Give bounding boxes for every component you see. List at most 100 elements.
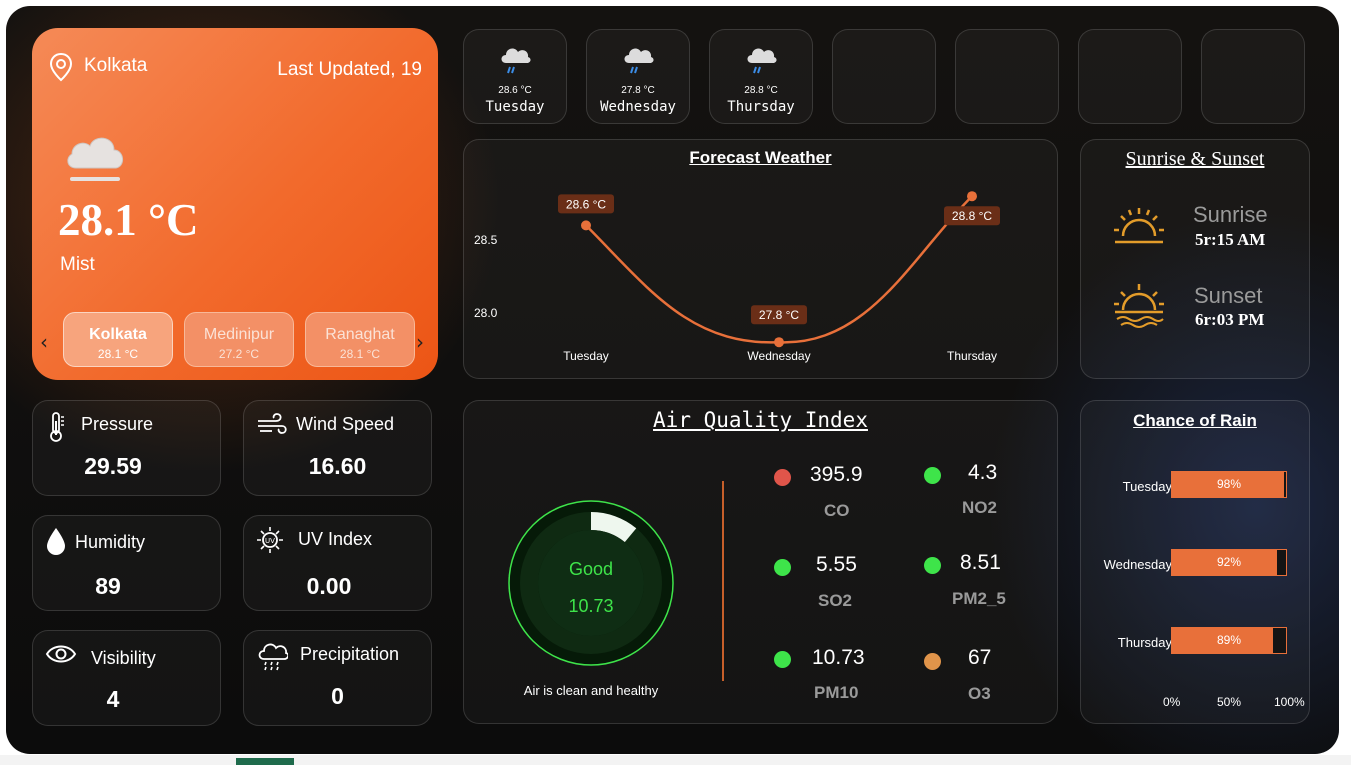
forecast-day-card-empty [955, 29, 1059, 124]
pollutant-value: 5.55 [816, 553, 857, 576]
svg-text:UV: UV [265, 537, 275, 545]
visibility-card: Visibility 4 [32, 630, 221, 726]
pollutant-name: PM10 [814, 683, 859, 702]
wind-speed-card: Wind Speed 16.60 [243, 400, 432, 496]
forecast-data-label: 28.8 °C [944, 206, 1000, 226]
current-city: Kolkata [84, 55, 148, 76]
forecast-day-card[interactable]: 27.8 °C Wednesday [586, 29, 690, 124]
location-chip-name: Medinipur [203, 326, 275, 343]
rain-cloud-icon [621, 43, 655, 81]
sunrise-sunset-card: Sunrise & Sunset Sunrise 5r:15 AM Sunset… [1080, 139, 1310, 379]
rain-bar-track: 89% [1171, 627, 1287, 654]
forecast-day-name: Wednesday [600, 99, 676, 115]
wind-icon [256, 411, 288, 443]
pollutant-value: 67 [968, 646, 992, 669]
previous-location-button[interactable]: ‹ [40, 330, 48, 354]
rain-cloud-icon [256, 641, 290, 675]
location-chip-temp: 28.1 °C [97, 347, 139, 361]
pollutant-dot [774, 559, 791, 576]
forecast-point[interactable] [581, 220, 591, 231]
location-chip-temp: 28.1 °C [339, 347, 381, 361]
forecast-y-tick: 28.0 [474, 306, 498, 320]
forecast-day-card[interactable]: 28.6 °C Tuesday [463, 29, 567, 124]
pollutant-name: NO2 [962, 498, 997, 517]
pollutant-value: 4.3 [968, 461, 998, 484]
uv-icon: UV [256, 526, 284, 558]
rain-bar-value: 98% [1216, 477, 1242, 491]
sheet-tab-bar [0, 755, 1351, 765]
rain-bar-label: Thursday [1117, 635, 1172, 650]
precipitation-value: 0 [331, 683, 344, 709]
next-location-button[interactable]: › [416, 330, 424, 354]
pollutant-dot [924, 467, 941, 484]
visibility-value: 4 [106, 686, 120, 712]
sunset-icon [1111, 282, 1167, 334]
forecast-x-tick: Wednesday [747, 349, 810, 363]
rain-chart-title: Chance of Rain [1133, 411, 1257, 430]
svg-text:28.6 °C: 28.6 °C [566, 197, 606, 211]
last-updated: Last Updated, 19 [277, 59, 422, 80]
current-condition: Mist [60, 254, 95, 275]
wind-speed-value: 16.60 [308, 453, 367, 479]
forecast-day-card-empty [1201, 29, 1305, 124]
rain-bar-track: 92% [1171, 549, 1287, 576]
rain-bar-label: Tuesday [1122, 479, 1172, 494]
pollutant-name: CO [824, 501, 850, 520]
forecast-day-name: Thursday [727, 99, 795, 115]
forecast-day-card[interactable]: 28.8 °C Thursday [709, 29, 813, 124]
pollutant-dot [774, 651, 791, 668]
svg-text:28.8 °C: 28.8 °C [952, 209, 992, 223]
humidity-label: Humidity [75, 532, 146, 552]
current-temperature: 28.1 °C [58, 195, 199, 245]
location-chip-medinipur[interactable]: Medinipur 27.2 °C [184, 312, 294, 367]
visibility-label: Visibility [91, 648, 156, 668]
forecast-x-tick: Tuesday [563, 349, 609, 363]
location-chip-ranaghat[interactable]: Ranaghat 28.1 °C [305, 312, 415, 367]
forecast-day-card-empty [1078, 29, 1182, 124]
location-chip-kolkata[interactable]: Kolkata 28.1 °C [63, 312, 173, 367]
sunrise-icon [1111, 204, 1167, 254]
rain-bar-row: Wednesday 92% [1081, 549, 1311, 577]
pollutant-dot [924, 653, 941, 670]
aqi-divider [722, 481, 724, 681]
droplet-icon [45, 526, 67, 560]
wind-speed-label: Wind Speed [296, 414, 395, 434]
pollutant-dot [924, 557, 941, 574]
pressure-card: Pressure 29.59 [32, 400, 221, 496]
sunrise-time: 5r:15 AM [1195, 230, 1266, 249]
rain-bar-value: 89% [1216, 633, 1242, 647]
rain-bar-row: Thursday 89% [1081, 627, 1311, 655]
current-weather-card: Kolkata Last Updated, 19 28.1 °C Mist ‹ … [32, 28, 438, 380]
air-quality-card: Air Quality Index Good 10.73 Air is clea… [463, 400, 1058, 724]
aqi-message: Air is clean and healthy [523, 683, 659, 698]
forecast-point[interactable] [967, 191, 977, 202]
svg-text:27.8 °C: 27.8 °C [759, 308, 799, 322]
sunset-label: Sunset [1194, 283, 1263, 308]
rain-bar-label: Wednesday [1103, 557, 1172, 572]
pollutant-dot [774, 469, 791, 486]
forecast-day-temp: 27.8 °C [621, 85, 655, 96]
rain-cloud-icon [744, 43, 778, 81]
pollutant-name: PM2_5 [952, 589, 1006, 608]
forecast-day-name: Tuesday [485, 99, 545, 115]
active-sheet-tab[interactable] [236, 758, 294, 765]
forecast-point[interactable] [774, 337, 784, 348]
forecast-y-tick: 28.5 [474, 233, 498, 247]
sun-card-title: Sunrise & Sunset [1125, 148, 1265, 170]
forecast-chart-card: Forecast Weather 28.5 28.0 28.6 °C Tuesday 2… [463, 139, 1058, 379]
pollutant-value: 395.9 [810, 463, 863, 486]
pollutant-name: SO2 [818, 591, 853, 610]
location-chip-name: Ranaghat [325, 326, 395, 343]
aqi-value: 10.73 [568, 596, 614, 616]
sunset-time: 6r:03 PM [1195, 310, 1265, 329]
rain-axis-tick: 50% [1217, 695, 1242, 709]
forecast-data-label: 28.6 °C [558, 194, 614, 214]
rain-cloud-icon [498, 43, 532, 81]
weather-dashboard: Kolkata Last Updated, 19 28.1 °C Mist ‹ … [6, 6, 1339, 754]
rain-axis-tick: 100% [1274, 695, 1305, 709]
forecast-data-label: 27.8 °C [751, 305, 807, 325]
rain-bar-row: Tuesday 98% [1081, 471, 1311, 499]
rain-bar-track: 98% [1171, 471, 1287, 498]
rain-bar-value: 92% [1216, 555, 1242, 569]
pressure-value: 29.59 [84, 453, 142, 479]
